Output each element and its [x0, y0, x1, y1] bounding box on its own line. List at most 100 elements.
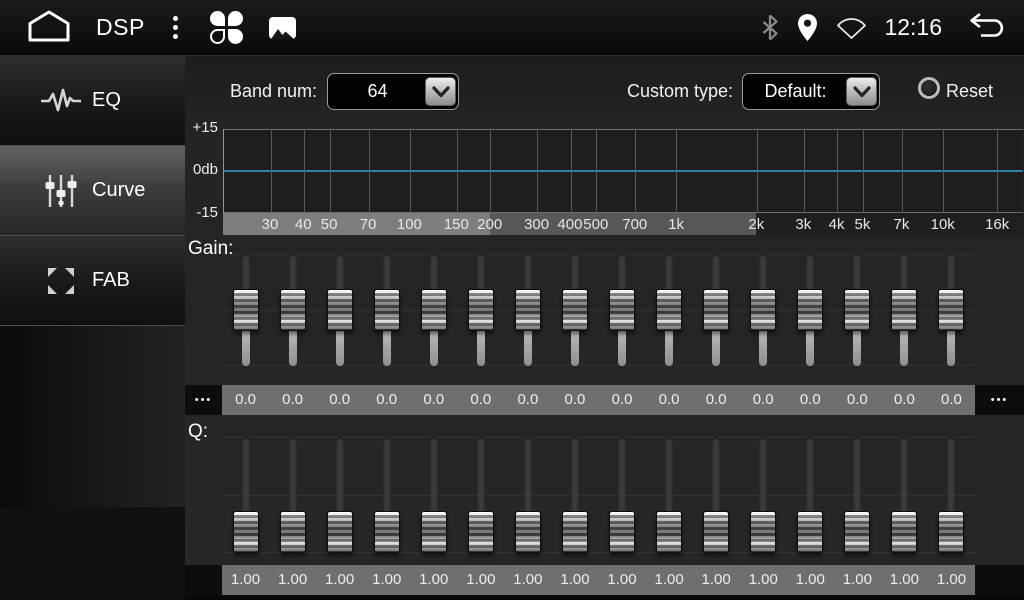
gain-value-3: 0.0: [316, 385, 363, 415]
q-slider-knob[interactable]: [656, 511, 682, 553]
q-slider-knob[interactable]: [609, 511, 635, 553]
x-tick-label: 700: [622, 213, 647, 235]
gain-slider-knob[interactable]: [750, 289, 776, 331]
gain-slider-9[interactable]: [609, 250, 635, 370]
plot-gridline: [457, 129, 458, 213]
q-value-5: 1.00: [410, 565, 457, 595]
q-slider-knob[interactable]: [938, 511, 964, 553]
reset-label: Reset: [946, 81, 993, 102]
gain-slider-3[interactable]: [327, 250, 353, 370]
q-slider-knob[interactable]: [703, 511, 729, 553]
q-slider-13[interactable]: [797, 433, 823, 557]
x-tick-label: 70: [360, 213, 377, 235]
gain-values-row: ••• 0.00.00.00.00.00.00.00.00.00.00.00.0…: [185, 385, 1024, 415]
gain-slider-15[interactable]: [891, 250, 917, 370]
x-tick-label: 2k: [748, 213, 764, 235]
q-value-12: 1.00: [740, 565, 787, 595]
q-slider-9[interactable]: [609, 433, 635, 557]
gain-slider-knob[interactable]: [562, 289, 588, 331]
q-slider-14[interactable]: [844, 433, 870, 557]
gain-slider-knob[interactable]: [703, 289, 729, 331]
sidebar-item-fab[interactable]: FAB: [0, 236, 185, 326]
q-slider-knob[interactable]: [233, 511, 259, 553]
q-slider-10[interactable]: [656, 433, 682, 557]
x-tick-label: 1k: [668, 213, 684, 235]
gain-slider-knob[interactable]: [844, 289, 870, 331]
q-slider-4[interactable]: [374, 433, 400, 557]
reset-radio[interactable]: [918, 77, 940, 99]
gain-slider-knob[interactable]: [468, 289, 494, 331]
gain-slider-10[interactable]: [656, 250, 682, 370]
gain-slider-knob[interactable]: [421, 289, 447, 331]
gain-slider-2[interactable]: [280, 250, 306, 370]
custom-type-select[interactable]: Default:: [742, 73, 880, 110]
gain-slider-14[interactable]: [844, 250, 870, 370]
gain-slider-5[interactable]: [421, 250, 447, 370]
band-num-select[interactable]: 64: [327, 73, 459, 110]
gain-slider-knob[interactable]: [515, 289, 541, 331]
gain-slider-knob[interactable]: [797, 289, 823, 331]
gain-slider-knob[interactable]: [233, 289, 259, 331]
q-slider-3[interactable]: [327, 433, 353, 557]
apps-button[interactable]: [210, 11, 243, 44]
gallery-button[interactable]: [269, 17, 296, 39]
q-slider-1[interactable]: [233, 433, 259, 557]
sidebar-item-eq[interactable]: EQ: [0, 56, 185, 146]
q-slider-7[interactable]: [515, 433, 541, 557]
q-slider-knob[interactable]: [421, 511, 447, 553]
gain-slider-1[interactable]: [233, 250, 259, 370]
overflow-menu-button[interactable]: [173, 16, 178, 39]
q-slider-knob[interactable]: [515, 511, 541, 553]
q-slider-knob[interactable]: [327, 511, 353, 553]
gain-slider-knob[interactable]: [938, 289, 964, 331]
gain-slider-knob[interactable]: [327, 289, 353, 331]
q-slider-knob[interactable]: [280, 511, 306, 553]
plot-gridline: [676, 129, 677, 213]
gain-slider-knob[interactable]: [609, 289, 635, 331]
plot-gridline: [410, 129, 411, 213]
chevron-down-icon[interactable]: [846, 77, 877, 106]
q-slider-knob[interactable]: [374, 511, 400, 553]
sidebar-filler: [0, 326, 185, 507]
sidebar: EQ Curve FAB: [0, 56, 185, 600]
gain-value-16: 0.0: [928, 385, 975, 415]
q-slider-knob[interactable]: [750, 511, 776, 553]
q-slider-2[interactable]: [280, 433, 306, 557]
q-slider-knob[interactable]: [844, 511, 870, 553]
chevron-down-icon[interactable]: [425, 77, 456, 106]
gain-slider-knob[interactable]: [656, 289, 682, 331]
home-button[interactable]: [26, 9, 72, 46]
back-button[interactable]: [962, 12, 1008, 43]
q-slider-knob[interactable]: [891, 511, 917, 553]
q-value-6: 1.00: [457, 565, 504, 595]
gain-slider-7[interactable]: [515, 250, 541, 370]
gain-slider-knob[interactable]: [280, 289, 306, 331]
gain-slider-8[interactable]: [562, 250, 588, 370]
gain-scroll-right-button[interactable]: •••: [975, 385, 1024, 415]
x-tick-label: 400: [557, 213, 582, 235]
q-slider-knob[interactable]: [562, 511, 588, 553]
q-slider-11[interactable]: [703, 433, 729, 557]
q-slider-knob[interactable]: [468, 511, 494, 553]
gain-slider-knob[interactable]: [374, 289, 400, 331]
sidebar-item-curve[interactable]: Curve: [0, 146, 185, 236]
q-slider-15[interactable]: [891, 433, 917, 557]
clock: 12:16: [884, 14, 942, 41]
gain-slider-12[interactable]: [750, 250, 776, 370]
q-slider-5[interactable]: [421, 433, 447, 557]
gain-slider-knob[interactable]: [891, 289, 917, 331]
q-slider-knob[interactable]: [797, 511, 823, 553]
q-slider-6[interactable]: [468, 433, 494, 557]
gain-value-5: 0.0: [410, 385, 457, 415]
gain-slider-16[interactable]: [938, 250, 964, 370]
gain-scroll-left-button[interactable]: •••: [185, 385, 222, 415]
gain-slider-6[interactable]: [468, 250, 494, 370]
gain-value-9: 0.0: [599, 385, 646, 415]
q-slider-16[interactable]: [938, 433, 964, 557]
gain-slider-11[interactable]: [703, 250, 729, 370]
q-slider-12[interactable]: [750, 433, 776, 557]
gain-slider-4[interactable]: [374, 250, 400, 370]
gain-slider-13[interactable]: [797, 250, 823, 370]
q-value-10: 1.00: [646, 565, 693, 595]
q-slider-8[interactable]: [562, 433, 588, 557]
